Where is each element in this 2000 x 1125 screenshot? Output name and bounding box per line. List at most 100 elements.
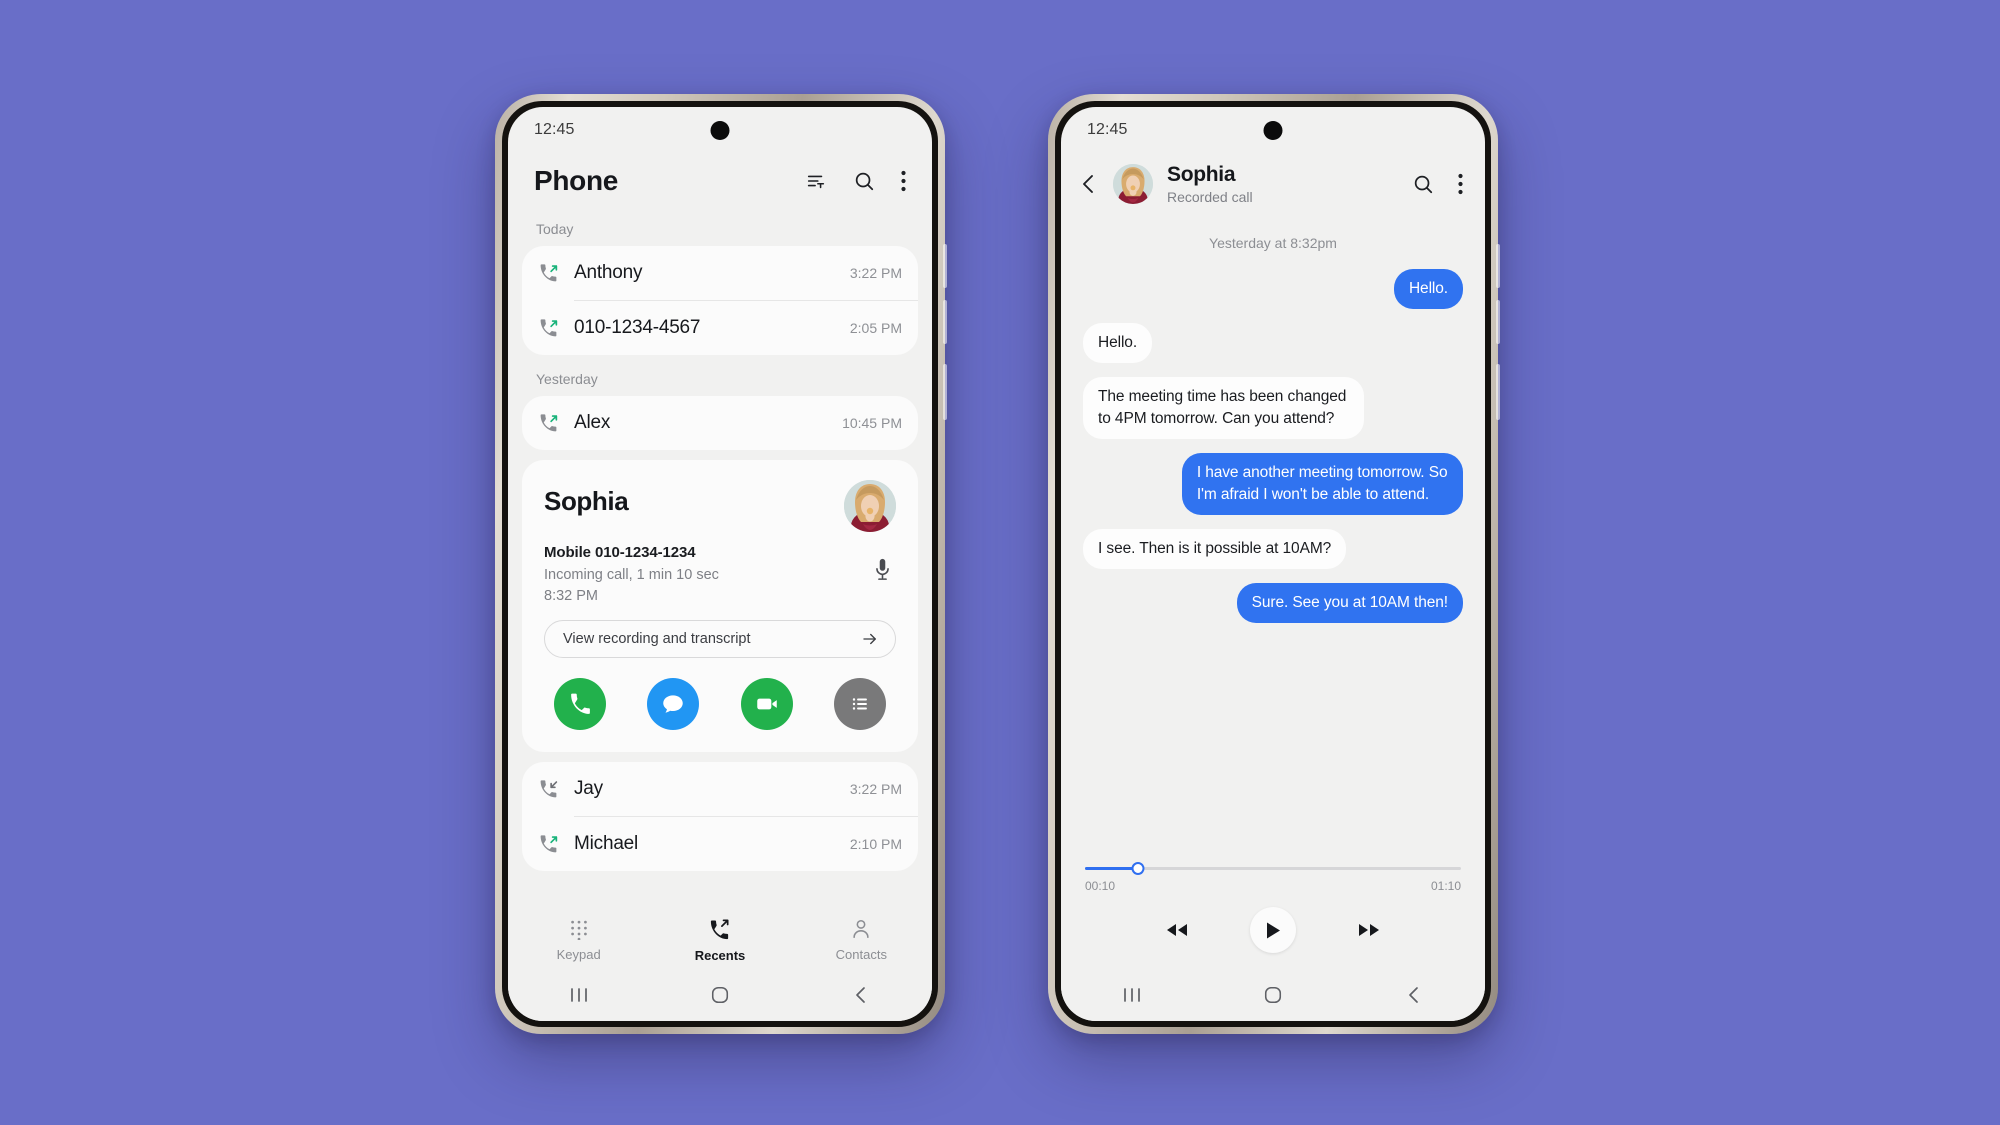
expanded-call-card[interactable]: Sophia Mobile 010-1234-1234 Incoming cal… bbox=[522, 460, 918, 753]
phone-app-bar: Phone bbox=[508, 153, 932, 215]
video-call-action-button[interactable] bbox=[740, 678, 793, 731]
message-bubble-incoming[interactable]: The meeting time has been changed to 4PM… bbox=[1083, 377, 1365, 439]
fast-forward-button[interactable] bbox=[1356, 920, 1382, 940]
front-camera-punch-hole bbox=[1263, 121, 1283, 140]
more-vertical-icon[interactable] bbox=[1458, 173, 1463, 195]
expanded-card-meta: Mobile 010-1234-1234 Incoming call, 1 mi… bbox=[544, 544, 896, 606]
message-row: Hello. bbox=[1083, 269, 1463, 309]
avatar[interactable] bbox=[844, 480, 896, 532]
conversation-subtitle: Recorded call bbox=[1167, 189, 1253, 205]
more-vertical-icon[interactable] bbox=[901, 170, 906, 192]
conversation-app-bar: Sophia Recorded call bbox=[1061, 153, 1485, 221]
message-bubble-incoming[interactable]: I see. Then is it possible at 10AM? bbox=[1083, 529, 1347, 569]
outgoing-call-icon bbox=[538, 318, 574, 339]
expanded-card-header: Sophia bbox=[544, 480, 896, 532]
arrow-right-icon bbox=[863, 633, 876, 645]
message-bubble-outgoing[interactable]: Hello. bbox=[1393, 269, 1463, 309]
view-recording-transcript-button[interactable]: View recording and transcript bbox=[544, 620, 896, 659]
android-nav-bar bbox=[508, 969, 932, 1021]
phone-device-left: 12:45 Phone Today Anthony 3:22 PM 010-12… bbox=[495, 94, 947, 1034]
side-button-power[interactable] bbox=[943, 364, 947, 420]
keypad-icon bbox=[570, 920, 587, 940]
phone-screen-right: 12:45 Sophia Recorded call Yesterday at … bbox=[1061, 107, 1485, 1021]
total-time: 01:10 bbox=[1430, 879, 1461, 893]
microphone-icon[interactable] bbox=[873, 544, 896, 587]
details-action-button[interactable] bbox=[833, 678, 886, 731]
table-row[interactable]: Michael 2:10 PM bbox=[522, 817, 918, 871]
call-detail-time: 8:32 PM bbox=[544, 587, 598, 604]
seek-thumb[interactable] bbox=[1131, 861, 1145, 875]
side-button-volume-down[interactable] bbox=[1496, 300, 1500, 344]
call-action-button[interactable] bbox=[554, 678, 606, 731]
fast-forward-icon bbox=[1359, 924, 1379, 936]
search-icon[interactable] bbox=[1412, 173, 1434, 195]
call-group-yesterday: Alex 10:45 PM bbox=[522, 396, 918, 450]
message-bubble-outgoing[interactable]: I have another meeting tomorrow. So I'm … bbox=[1181, 453, 1463, 515]
transcript-button-label: View recording and transcript bbox=[563, 631, 751, 648]
message-row: I see. Then is it possible at 10AM? bbox=[1083, 529, 1463, 569]
message-row: Sure. See you at 10AM then! bbox=[1083, 583, 1463, 623]
outgoing-call-icon bbox=[538, 263, 574, 284]
status-bar-left: 12:45 bbox=[508, 107, 932, 153]
play-button[interactable] bbox=[1250, 907, 1296, 953]
call-time: 2:05 PM bbox=[849, 320, 902, 336]
table-row[interactable]: Anthony 3:22 PM bbox=[522, 246, 918, 300]
tab-keypad[interactable]: Keypad bbox=[508, 918, 649, 963]
call-group-more: Jay 3:22 PM Michael 2:10 PM bbox=[522, 762, 918, 872]
table-row[interactable]: 010-1234-4567 2:05 PM bbox=[522, 301, 918, 355]
expanded-contact-name: Sophia bbox=[544, 486, 629, 516]
app-bar-actions bbox=[805, 170, 906, 192]
tab-label: Recents bbox=[694, 948, 746, 963]
message-bubble-incoming[interactable]: Hello. bbox=[1083, 323, 1153, 363]
call-group-today: Anthony 3:22 PM 010-1234-4567 2:05 PM bbox=[522, 246, 918, 355]
outgoing-call-icon bbox=[538, 413, 574, 434]
side-button-volume-up[interactable] bbox=[1496, 244, 1500, 288]
expanded-call-details: Mobile 010-1234-1234 Incoming call, 1 mi… bbox=[544, 544, 719, 606]
recents-nav-button[interactable] bbox=[549, 975, 609, 1015]
tab-label: Contacts bbox=[835, 947, 887, 962]
call-contact-name: Anthony bbox=[574, 262, 643, 283]
status-time: 12:45 bbox=[534, 121, 575, 138]
side-button-volume-up[interactable] bbox=[943, 244, 947, 288]
side-button-power[interactable] bbox=[1496, 364, 1500, 420]
call-contact-name: Alex bbox=[574, 412, 611, 433]
recents-list[interactable]: Today Anthony 3:22 PM 010-1234-4567 2:05… bbox=[508, 215, 932, 908]
section-label-today: Today bbox=[536, 221, 574, 237]
recent-calls-icon bbox=[711, 919, 729, 940]
rewind-button[interactable] bbox=[1164, 920, 1190, 940]
call-time: 3:22 PM bbox=[849, 781, 902, 798]
call-contact-name: 010-1234-4567 bbox=[574, 317, 701, 338]
call-time: 3:22 PM bbox=[849, 265, 902, 281]
page-title: Phone bbox=[534, 165, 619, 196]
tab-contacts[interactable]: Contacts bbox=[791, 918, 932, 963]
message-row: Hello. bbox=[1083, 323, 1463, 363]
home-nav-button[interactable] bbox=[690, 975, 750, 1015]
conversation-title-block: Sophia Recorded call bbox=[1167, 163, 1398, 205]
call-contact-name: Michael bbox=[574, 833, 639, 855]
message-bubble-outgoing[interactable]: Sure. See you at 10AM then! bbox=[1236, 583, 1463, 623]
seek-bar[interactable] bbox=[1085, 860, 1461, 876]
home-nav-button[interactable] bbox=[1243, 975, 1303, 1015]
phone-device-right: 12:45 Sophia Recorded call Yesterday at … bbox=[1048, 94, 1500, 1034]
message-action-button[interactable] bbox=[647, 678, 700, 731]
back-nav-button[interactable] bbox=[1384, 975, 1444, 1015]
back-button[interactable] bbox=[1079, 173, 1099, 195]
recents-nav-button[interactable] bbox=[1102, 975, 1162, 1015]
missed-call-icon bbox=[538, 779, 574, 800]
tab-label: Keypad bbox=[556, 947, 601, 962]
tab-recents[interactable]: Recents bbox=[649, 918, 790, 963]
table-row[interactable]: Jay 3:22 PM bbox=[522, 762, 918, 816]
avatar[interactable] bbox=[1113, 164, 1153, 204]
call-detail-text: Incoming call, 1 min 10 sec bbox=[544, 567, 719, 583]
phone-bezel-right: 12:45 Sophia Recorded call Yesterday at … bbox=[1055, 101, 1491, 1027]
search-icon[interactable] bbox=[853, 170, 875, 192]
sort-filter-icon[interactable] bbox=[805, 170, 827, 192]
current-time: 00:10 bbox=[1085, 879, 1116, 893]
seek-progress bbox=[1085, 866, 1138, 870]
android-nav-bar bbox=[1061, 969, 1485, 1021]
back-nav-button[interactable] bbox=[831, 975, 891, 1015]
transcript-body[interactable]: Yesterday at 8:32pm Hello. Hello. The me… bbox=[1061, 221, 1485, 850]
table-row[interactable]: Alex 10:45 PM bbox=[522, 396, 918, 450]
call-contact-name: Jay bbox=[574, 778, 603, 800]
side-button-volume-down[interactable] bbox=[943, 300, 947, 344]
